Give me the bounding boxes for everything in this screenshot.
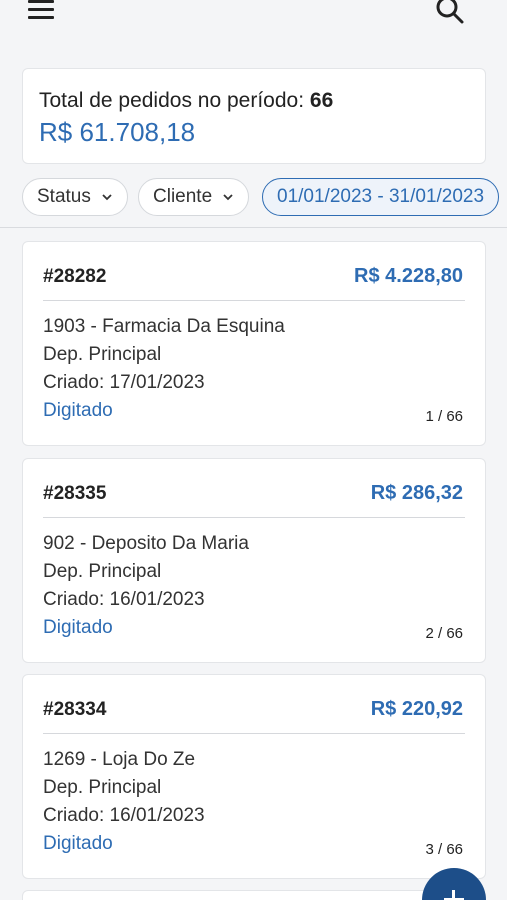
order-amount: R$ 286,32 xyxy=(370,482,463,504)
cliente-filter-chip[interactable]: Cliente xyxy=(138,178,250,216)
summary-count: 66 xyxy=(309,89,334,112)
order-number: #28282 xyxy=(43,266,107,287)
order-position: 2 / 66 xyxy=(425,625,463,642)
divider xyxy=(0,227,507,228)
orders-summary-card: Total de pedidos no período: 66 R$ 61.70… xyxy=(22,68,486,164)
date-range-label: 01/01/2023 - 31/01/2023 xyxy=(277,186,485,207)
order-amount: R$ 4.228,80 xyxy=(354,265,463,287)
order-deposit: Dep. Principal xyxy=(43,561,162,582)
hamburger-menu-icon[interactable] xyxy=(28,0,56,22)
order-deposit: Dep. Principal xyxy=(43,344,162,365)
order-created-date: Criado: 16/01/2023 xyxy=(43,589,205,610)
order-card[interactable]: #28335 R$ 286,32 902 - Deposito Da Maria… xyxy=(22,458,486,663)
order-client: 1269 - Loja Do Ze xyxy=(43,749,196,770)
card-divider xyxy=(43,517,465,518)
order-card[interactable]: #28334 R$ 220,92 1269 - Loja Do Ze Dep. … xyxy=(22,674,486,879)
cliente-filter-label: Cliente xyxy=(153,186,213,207)
order-card-partial[interactable] xyxy=(22,890,486,900)
chevron-down-icon xyxy=(223,194,233,201)
date-range-filter-chip[interactable]: 01/01/2023 - 31/01/2023 xyxy=(262,178,500,216)
status-filter-label: Status xyxy=(37,186,91,207)
order-number: #28334 xyxy=(43,699,107,720)
chevron-down-icon xyxy=(102,194,112,201)
filter-bar: Status Cliente 01/01/2023 - 31/01/2023 xyxy=(0,178,507,218)
order-created-date: Criado: 17/01/2023 xyxy=(43,372,205,393)
order-client: 902 - Deposito Da Maria xyxy=(43,533,249,554)
order-amount: R$ 220,92 xyxy=(370,698,463,720)
order-position: 3 / 66 xyxy=(425,841,463,858)
summary-count-line: Total de pedidos no período: 66 xyxy=(39,89,333,113)
top-app-bar xyxy=(0,0,507,44)
order-card[interactable]: #28282 R$ 4.228,80 1903 - Farmacia Da Es… xyxy=(22,241,486,446)
summary-total: R$ 61.708,18 xyxy=(39,117,196,147)
summary-label: Total de pedidos no período: xyxy=(39,89,305,112)
search-icon[interactable] xyxy=(434,0,466,26)
card-divider xyxy=(43,733,465,734)
order-position: 1 / 66 xyxy=(425,408,463,425)
order-status: Digitado xyxy=(43,833,113,854)
card-divider xyxy=(43,300,465,301)
order-status: Digitado xyxy=(43,400,113,421)
order-client: 1903 - Farmacia Da Esquina xyxy=(43,316,285,337)
order-deposit: Dep. Principal xyxy=(43,777,162,798)
status-filter-chip[interactable]: Status xyxy=(22,178,128,216)
order-status: Digitado xyxy=(43,617,113,638)
plus-icon-stroke xyxy=(452,890,455,900)
order-created-date: Criado: 16/01/2023 xyxy=(43,805,205,826)
order-number: #28335 xyxy=(43,483,107,504)
